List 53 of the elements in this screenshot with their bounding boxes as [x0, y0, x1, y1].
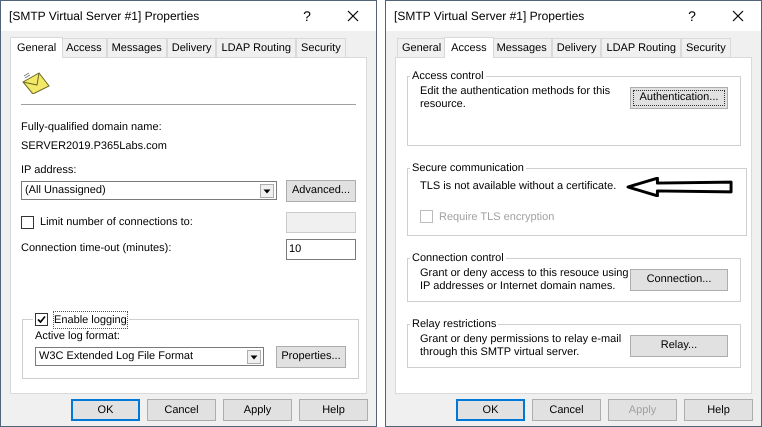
description-text: Grant or deny permissions to relay e-mail through this SMTP virtual server.	[420, 332, 622, 358]
window-title: [SMTP Virtual Server #1] Properties	[9, 8, 200, 25]
group-title: Secure communication	[411, 161, 525, 176]
tab[interactable]: LDAP Routing	[601, 38, 681, 57]
push-button[interactable]: Connection...	[630, 268, 728, 290]
group-title: Access control	[411, 69, 485, 84]
close-icon	[732, 10, 744, 22]
push-button[interactable]: Help	[684, 399, 753, 421]
window-title: [SMTP Virtual Server #1] Properties	[394, 8, 586, 25]
field-label: Fully-qualified domain name:	[21, 120, 163, 135]
help-button[interactable]: ?	[669, 1, 715, 31]
checkbox-label: Limit number of connections to:	[40, 214, 193, 230]
checkbox[interactable]	[21, 216, 34, 228]
push-button[interactable]: Apply	[223, 399, 292, 421]
description-text: Edit the authentication methods for this resource.	[420, 84, 612, 110]
arrow-icon	[626, 176, 734, 196]
push-button[interactable]: Relay...	[630, 334, 728, 356]
checkbox[interactable]	[35, 313, 48, 326]
tab[interactable]: Messages	[106, 38, 167, 57]
tab[interactable]: General	[397, 38, 446, 57]
push-button[interactable]: Help	[299, 399, 368, 421]
push-button[interactable]: Authentication...	[630, 86, 728, 108]
help-button[interactable]: ?	[284, 1, 330, 31]
checkbox-label: Enable logging	[54, 312, 127, 328]
push-button[interactable]: Cancel	[147, 399, 216, 421]
tab[interactable]: Messages	[492, 38, 552, 57]
tab[interactable]: Security	[681, 38, 731, 57]
field-label: Active log format:	[35, 329, 121, 344]
tab[interactable]: Security	[296, 38, 346, 57]
input-field[interactable]: 10	[286, 238, 356, 260]
group-title: Connection control	[411, 251, 505, 266]
envelope-icon	[21, 70, 51, 94]
dropdown[interactable]: (All Unassigned)	[21, 181, 277, 200]
push-button[interactable]: OK	[456, 399, 525, 421]
close-icon	[347, 10, 359, 22]
push-button[interactable]: Cancel	[532, 399, 601, 421]
domain-name: SERVER2019.P365Labs.com	[21, 138, 168, 154]
tab[interactable]: General	[10, 37, 64, 58]
description-text: TLS is not available without a certificate.	[420, 180, 616, 193]
push-button[interactable]: OK	[71, 399, 140, 421]
field-label: IP address:	[21, 163, 78, 178]
tab[interactable]: Access	[61, 38, 107, 57]
push-button[interactable]: Properties...	[276, 346, 346, 368]
group-title: Relay restrictions	[411, 317, 498, 332]
dropdown[interactable]: W3C Extended Log File Format	[35, 347, 264, 366]
checkbox-label: Require TLS encryption	[439, 210, 554, 224]
field-label: Connection time-out (minutes):	[21, 240, 172, 256]
tab[interactable]: Delivery	[552, 38, 602, 57]
tab[interactable]: Delivery	[166, 38, 216, 57]
tab[interactable]: LDAP Routing	[216, 38, 296, 57]
description-text: Grant or deny access to this resouce using IP addresses or Internet domain names.	[420, 266, 630, 292]
push-button[interactable]: Advanced...	[286, 180, 356, 202]
tab[interactable]: Access	[444, 37, 494, 58]
